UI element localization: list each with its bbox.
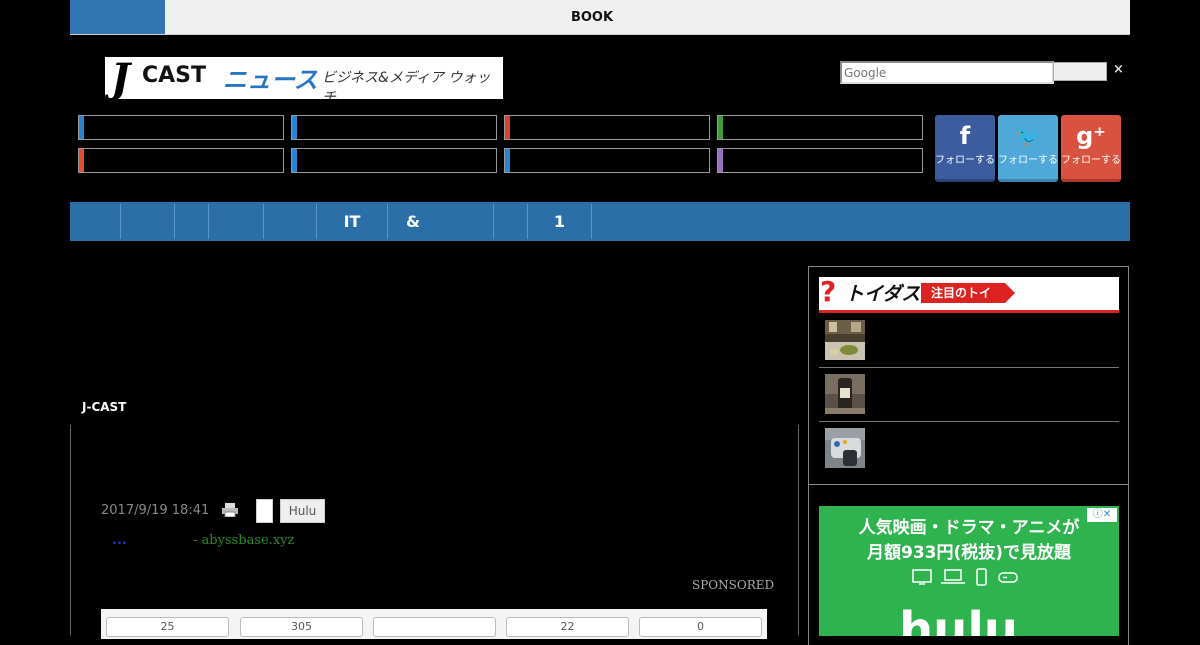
facebook-icon: f (959, 122, 971, 150)
sidebar-divider (819, 421, 1119, 422)
category-color-bar (292, 116, 297, 139)
toigazu-badge: 注目のトイ (921, 283, 1015, 303)
follow-label: フォローする (1061, 155, 1121, 166)
thumbnail-image[interactable] (825, 374, 865, 414)
question-mark-icon: ? (820, 275, 837, 308)
logo-j: J (111, 57, 130, 99)
top-bar-home-tab[interactable] (70, 0, 165, 34)
follow-label: フォローする (935, 155, 995, 166)
sidebar-divider (819, 367, 1119, 368)
share-count-button[interactable]: 25 (106, 617, 229, 637)
devices-icon (912, 568, 1018, 586)
share-count-button[interactable] (373, 617, 496, 637)
nav-divider (591, 204, 592, 239)
logo-tagline: ビジネス&メディア ウォッチ (322, 70, 491, 99)
twitter-follow-button[interactable]: 🐦 フォローする (998, 115, 1058, 182)
site-logo[interactable]: J CAST ニュース ビジネス&メディア ウォッチ (105, 57, 503, 99)
category-box[interactable] (504, 115, 710, 140)
search-input[interactable] (840, 61, 1054, 84)
nav-item[interactable] (121, 202, 174, 241)
nav-item-it[interactable]: IT (317, 202, 387, 241)
hulu-ad-headline: 人気映画・ドラマ・アニメが (858, 518, 1080, 538)
category-box[interactable] (717, 148, 923, 173)
thumbnail-image[interactable] (825, 428, 865, 468)
hulu-logo: hulu (899, 602, 1018, 636)
hulu-ad-price: 月額933円(税抜)で見放題 (866, 543, 1072, 563)
article-tag-hulu[interactable]: Hulu (280, 499, 325, 523)
category-color-bar (718, 116, 723, 139)
nav-item[interactable] (438, 202, 493, 241)
article-tag[interactable] (256, 499, 273, 523)
nav-item[interactable] (175, 202, 208, 241)
category-box[interactable] (291, 115, 497, 140)
nav-item-and[interactable]: & (388, 202, 438, 241)
category-color-bar (79, 116, 84, 139)
google-plus-follow-button[interactable]: g⁺ フォローする (1061, 115, 1121, 182)
share-count-button[interactable]: 305 (240, 617, 363, 637)
toigazu-banner[interactable]: ? トイダス 注目のトイ (819, 275, 1119, 313)
book-link[interactable]: BOOK (540, 10, 644, 25)
category-box[interactable] (78, 148, 284, 173)
follow-label: フォローする (998, 155, 1058, 166)
nav-item[interactable] (209, 202, 263, 241)
close-icon[interactable]: × (1113, 62, 1124, 77)
thumbnail-image[interactable] (825, 320, 865, 360)
ad-link[interactable]: ... (112, 533, 127, 548)
nav-item-1[interactable]: 1 (528, 202, 591, 241)
print-icon[interactable] (222, 503, 238, 517)
twitter-icon: 🐦 (1015, 124, 1041, 148)
search-button[interactable] (1053, 62, 1107, 81)
nav-item[interactable] (70, 202, 120, 241)
category-box[interactable] (504, 148, 710, 173)
category-color-bar (505, 149, 510, 172)
category-color-bar (505, 116, 510, 139)
category-box[interactable] (291, 148, 497, 173)
hulu-ad-banner[interactable]: ⓘ✕ 人気映画・ドラマ・アニメが 月額933円(税抜)で見放題 hulu (819, 506, 1119, 636)
article-box (70, 425, 799, 635)
facebook-follow-button[interactable]: f フォローする (935, 115, 995, 182)
logo-news: ニュース (223, 66, 318, 94)
category-color-bar (292, 149, 297, 172)
category-color-bar (718, 149, 723, 172)
toigazu-title: トイダス (845, 283, 921, 305)
share-count-button[interactable]: 0 (639, 617, 762, 637)
category-box[interactable] (717, 115, 923, 140)
category-color-bar (79, 149, 84, 172)
article-date: 2017/9/19 18:41 (101, 503, 210, 518)
nav-item[interactable] (494, 202, 527, 241)
category-box[interactable] (78, 115, 284, 140)
sponsored-label: SPONSORED (692, 578, 775, 592)
logo-cast: CAST (142, 63, 207, 88)
ad-source[interactable]: - abyssbase.xyz (193, 533, 294, 548)
share-count-button[interactable]: 22 (506, 617, 629, 637)
nav-item[interactable] (264, 202, 316, 241)
google-plus-icon: g⁺ (1076, 122, 1106, 150)
section-label: J-CAST (82, 400, 127, 414)
